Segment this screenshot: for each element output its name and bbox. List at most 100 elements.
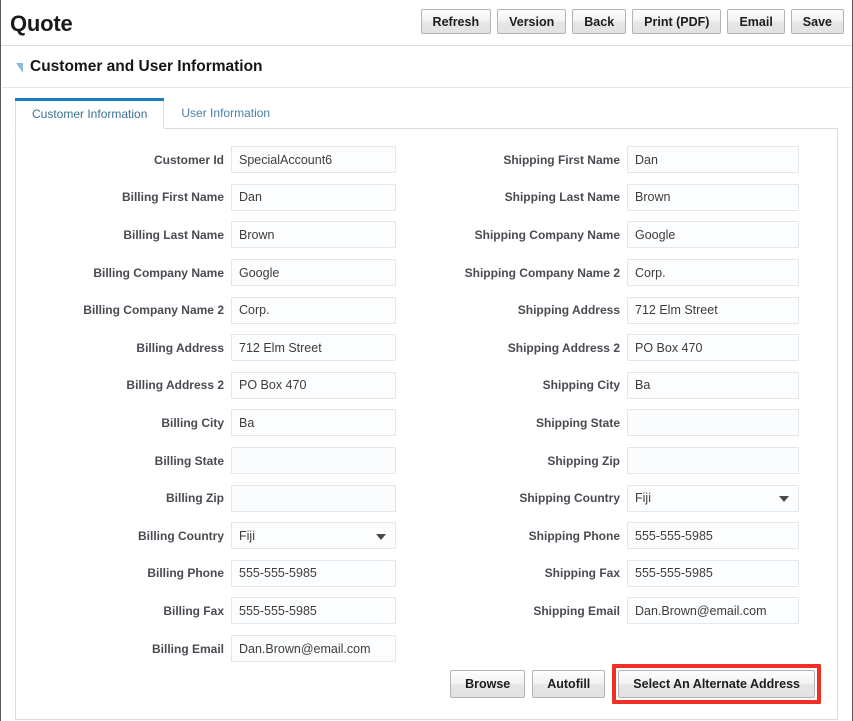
field-label: Billing First Name bbox=[16, 190, 231, 204]
form-row: Shipping Fax 555-555-5985 bbox=[420, 555, 799, 593]
field-label: Billing Email bbox=[16, 642, 231, 656]
field-value: 555-555-5985 bbox=[239, 604, 317, 618]
select-alternate-address-button[interactable]: Select An Alternate Address bbox=[618, 670, 815, 698]
field-label: Billing Country bbox=[16, 529, 231, 543]
chevron-down-icon[interactable] bbox=[376, 534, 386, 540]
field-label: Billing Address bbox=[16, 341, 231, 355]
print-pdf-button[interactable]: Print (PDF) bbox=[632, 9, 721, 34]
input-billing-phone[interactable]: 555-555-5985 bbox=[231, 560, 396, 587]
field-value: Brown bbox=[239, 228, 274, 242]
input-billing-address-2[interactable]: PO Box 470 bbox=[231, 372, 396, 399]
field-value: 712 Elm Street bbox=[239, 341, 322, 355]
form-row: Billing Phone555-555-5985 bbox=[16, 555, 396, 593]
input-shipping-city[interactable]: Ba bbox=[627, 372, 799, 399]
field-label: Billing Zip bbox=[16, 491, 231, 505]
input-shipping-phone[interactable]: 555-555-5985 bbox=[627, 522, 799, 549]
section-header: Customer and User Information bbox=[2, 46, 851, 88]
field-value: Ba bbox=[635, 378, 650, 392]
field-value: Dan.Brown@email.com bbox=[635, 604, 766, 618]
input-shipping-address-2[interactable]: PO Box 470 bbox=[627, 334, 799, 361]
field-value: Fiji bbox=[239, 529, 255, 543]
field-label: Shipping Phone bbox=[420, 529, 627, 543]
back-button[interactable]: Back bbox=[572, 9, 626, 34]
field-label: Shipping Last Name bbox=[420, 190, 627, 204]
input-billing-city[interactable]: Ba bbox=[231, 409, 396, 436]
field-label: Shipping Company Name 2 bbox=[420, 266, 627, 280]
field-value: Google bbox=[635, 228, 675, 242]
field-label: Customer Id bbox=[16, 153, 231, 167]
field-label: Billing State bbox=[16, 454, 231, 468]
input-billing-company-name[interactable]: Google bbox=[231, 259, 396, 286]
input-shipping-fax[interactable]: 555-555-5985 bbox=[627, 560, 799, 587]
input-shipping-company-name-2[interactable]: Corp. bbox=[627, 259, 799, 286]
tab-user-information[interactable]: User Information bbox=[164, 97, 287, 128]
shipping-fields-column: Shipping First NameDan Shipping Last Name… bbox=[420, 141, 799, 630]
form-row: Billing Company NameGoogle bbox=[16, 254, 396, 292]
field-label: Billing Phone bbox=[16, 566, 231, 580]
input-billing-first-name[interactable]: Dan bbox=[231, 184, 396, 211]
form-row: Billing State bbox=[16, 442, 396, 480]
input-billing-company-name-2[interactable]: Corp. bbox=[231, 297, 396, 324]
form-row: Billing Address 2PO Box 470 bbox=[16, 367, 396, 405]
form-row: Customer IdSpecialAccount6 bbox=[16, 141, 396, 179]
form-row: Billing Company Name 2Corp. bbox=[16, 291, 396, 329]
tab-customer-information[interactable]: Customer Information bbox=[15, 98, 164, 129]
field-label: Shipping Address bbox=[420, 303, 627, 317]
field-label: Shipping Fax bbox=[420, 566, 627, 580]
field-value: 555-555-5985 bbox=[635, 566, 713, 580]
input-shipping-state[interactable] bbox=[627, 409, 799, 436]
form-row: Shipping Company Name 2Corp. bbox=[420, 254, 799, 292]
field-label: Shipping Email bbox=[420, 604, 627, 618]
field-label: Shipping First Name bbox=[420, 153, 627, 167]
page-title: Quote bbox=[10, 11, 73, 37]
field-label: Shipping City bbox=[420, 378, 627, 392]
input-shipping-last-name[interactable]: Brown bbox=[627, 184, 799, 211]
field-value: PO Box 470 bbox=[239, 378, 306, 392]
input-shipping-first-name[interactable]: Dan bbox=[627, 146, 799, 173]
chevron-down-icon[interactable] bbox=[779, 496, 789, 502]
form-row: Shipping Phone555-555-5985 bbox=[420, 517, 799, 555]
field-value: Dan.Brown@email.com bbox=[239, 642, 370, 656]
section-title: Customer and User Information bbox=[30, 58, 263, 76]
input-billing-state[interactable] bbox=[231, 447, 396, 474]
input-shipping-address[interactable]: 712 Elm Street bbox=[627, 297, 799, 324]
billing-fields-column: Customer IdSpecialAccount6Billing First … bbox=[16, 141, 396, 667]
quote-page: Quote RefreshVersionBackPrint (PDF)Email… bbox=[0, 0, 853, 721]
form-row: Billing First NameDan bbox=[16, 179, 396, 217]
input-customer-id[interactable]: SpecialAccount6 bbox=[231, 146, 396, 173]
input-billing-address[interactable]: 712 Elm Street bbox=[231, 334, 396, 361]
email-button[interactable]: Email bbox=[727, 9, 784, 34]
form-row: Shipping Address 712 Elm Street bbox=[420, 291, 799, 329]
triangle-collapse-icon[interactable] bbox=[16, 63, 23, 73]
input-billing-fax[interactable]: 555-555-5985 bbox=[231, 597, 396, 624]
field-value: PO Box 470 bbox=[635, 341, 702, 355]
page-header: Quote RefreshVersionBackPrint (PDF)Email… bbox=[1, 0, 852, 46]
field-label: Shipping Zip bbox=[420, 454, 627, 468]
form-columns: Customer IdSpecialAccount6Billing First … bbox=[16, 129, 837, 141]
form-row: Billing CityBa bbox=[16, 404, 396, 442]
form-row: Shipping State bbox=[420, 404, 799, 442]
browse-button[interactable]: Browse bbox=[450, 670, 525, 698]
field-value: Brown bbox=[635, 190, 670, 204]
customer-information-panel: Customer IdSpecialAccount6Billing First … bbox=[15, 129, 838, 720]
form-row: Shipping Last Name Brown bbox=[420, 179, 799, 217]
input-billing-email[interactable]: Dan.Brown@email.com bbox=[231, 635, 396, 662]
input-billing-last-name[interactable]: Brown bbox=[231, 221, 396, 248]
form-row: Shipping Company Name Google bbox=[420, 216, 799, 254]
input-shipping-email[interactable]: Dan.Brown@email.com bbox=[627, 597, 799, 624]
input-shipping-zip[interactable] bbox=[627, 447, 799, 474]
autofill-button[interactable]: Autofill bbox=[532, 670, 605, 698]
save-button[interactable]: Save bbox=[791, 9, 844, 34]
field-value: Ba bbox=[239, 416, 254, 430]
refresh-button[interactable]: Refresh bbox=[421, 9, 492, 34]
field-label: Shipping Country bbox=[420, 491, 627, 505]
field-value: 712 Elm Street bbox=[635, 303, 718, 317]
input-shipping-company-name[interactable]: Google bbox=[627, 221, 799, 248]
field-label: Shipping Company Name bbox=[420, 228, 627, 242]
form-row: Shipping Zip bbox=[420, 442, 799, 480]
select-billing-country[interactable]: Fiji bbox=[231, 522, 396, 549]
select-shipping-country[interactable]: Fiji bbox=[627, 485, 799, 512]
version-button[interactable]: Version bbox=[497, 9, 566, 34]
form-row: Shipping CountryFiji bbox=[420, 479, 799, 517]
input-billing-zip[interactable] bbox=[231, 485, 396, 512]
